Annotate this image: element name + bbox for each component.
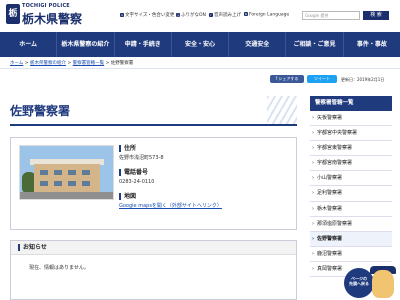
notice-box: お知らせ 現在、情報はありません。 — [10, 240, 297, 300]
divider — [0, 68, 400, 69]
nav-incidents[interactable]: 事件・事故 — [344, 32, 400, 57]
window — [40, 181, 48, 186]
text-size-button[interactable]: A 文字サイズ・色合い変更 — [120, 12, 174, 18]
window — [54, 170, 62, 175]
window — [40, 170, 48, 175]
notice-title: お知らせ — [11, 241, 296, 255]
station-details: 住所 佐野市浅沼町573-8 電話番号 0283-24-0110 地図 Goog… — [119, 145, 289, 217]
breadcrumb-current: 佐野警察署 — [110, 61, 134, 66]
title-decoration — [267, 96, 297, 124]
page-title: 佐野警察署 — [10, 104, 71, 118]
text-size-icon: A — [120, 12, 124, 17]
sidebar-item-utsunomiya-minami[interactable]: 宇都宮南警察署 — [310, 156, 392, 172]
breadcrumb-station-list[interactable]: 警察署管轄一覧 — [73, 61, 105, 66]
nav-about[interactable]: 栃木県警察の紹介 — [57, 32, 115, 57]
speaker-icon: ♪ — [209, 12, 213, 17]
notice-body: 現在、情報はありません。 — [29, 265, 89, 271]
sidebar-item-yaita[interactable]: 矢板警察署 — [310, 111, 392, 127]
logo-subtitle[interactable]: TOCHIGI POLICE — [22, 3, 70, 9]
sidebar-item-oyama[interactable]: 小山警察署 — [310, 171, 392, 187]
breadcrumb-separator: > — [66, 61, 73, 66]
site-header: 栃 TOCHIGI POLICE 栃木県警察 A 文字サイズ・色合い変更 ふふりが… — [0, 0, 400, 32]
station-info-card: 住所 佐野市浅沼町573-8 電話番号 0283-24-0110 地図 Goog… — [10, 137, 297, 230]
site-logo[interactable]: 栃木県警察 — [22, 10, 82, 27]
address-value: 佐野市浅沼町573-8 — [119, 155, 164, 161]
window — [54, 181, 62, 186]
breadcrumb-home[interactable]: ホーム — [10, 61, 23, 66]
window — [68, 181, 76, 186]
furigana-button[interactable]: ふふりがなON — [176, 12, 206, 18]
sidebar-item-utsunomiya-higashi[interactable]: 宇都宮東警察署 — [310, 141, 392, 157]
sidebar-item-nasushiobara[interactable]: 那須塩原警察署 — [310, 216, 392, 232]
sidebar-item-tochigi[interactable]: 栃木警察署 — [310, 201, 392, 217]
nav-traffic[interactable]: 交通安全 — [229, 32, 287, 57]
window — [82, 170, 90, 175]
building-shape — [34, 164, 100, 194]
window — [82, 181, 90, 186]
sidebar-item-ashikaga[interactable]: 足利警察署 — [310, 186, 392, 202]
sidebar-item-kanuma[interactable]: 鹿沼警察署 — [310, 246, 392, 262]
updated-date: 更新日：2019年2月1日 — [341, 77, 385, 82]
mascot-icon — [372, 270, 394, 298]
sidebar-item-sano[interactable]: 佐野警察署 — [310, 231, 392, 247]
page-title-block: 佐野警察署 — [10, 96, 297, 126]
phone-value: 0283-24-0110 — [119, 179, 155, 185]
ground — [20, 192, 113, 199]
station-photo — [19, 145, 114, 200]
nav-consultation[interactable]: ご相談・ご意見 — [286, 32, 344, 57]
address-label: 住所 — [119, 145, 289, 152]
facebook-share-button[interactable]: f シェアする — [270, 75, 304, 83]
globe-icon: ⊕ — [244, 12, 248, 16]
search-input[interactable]: Google 提供 — [302, 11, 360, 20]
furigana-icon: ふ — [176, 12, 180, 17]
nav-applications[interactable]: 申請・手続き — [115, 32, 172, 57]
twitter-share-button[interactable]: ツイート — [307, 75, 337, 83]
breadcrumb-separator: > — [104, 61, 111, 66]
breadcrumb-about[interactable]: 栃木県警察の紹介 — [30, 61, 66, 66]
phone-label: 電話番号 — [119, 169, 289, 176]
sidebar-item-utsunomiya-chuo[interactable]: 宇都宮中央警察署 — [310, 126, 392, 142]
foreign-language-button[interactable]: ⊕ Foreign Language — [244, 12, 289, 18]
window — [68, 170, 76, 175]
station-sidebar: 警察署管轄一覧 矢板警察署 宇都宮中央警察署 宇都宮東警察署 宇都宮南警察署 小… — [310, 96, 392, 278]
search-button[interactable]: 検 索 — [363, 11, 389, 20]
sidebar-title: 警察署管轄一覧 — [310, 96, 392, 111]
global-nav: ホーム 栃木県警察の紹介 申請・手続き 安全・安心 交通安全 ご相談・ご意見 事… — [0, 32, 400, 57]
map-label: 地図 — [119, 193, 289, 200]
google-maps-link[interactable]: Google mapsを開く（外部サイトへリンク） — [119, 203, 222, 209]
nav-home[interactable]: ホーム — [0, 32, 58, 57]
speech-button[interactable]: ♪ 音声読み上げ — [209, 12, 241, 18]
breadcrumb: ホーム > 栃木県警察の紹介 > 警察署管轄一覧 > 佐野警察署 — [10, 60, 133, 66]
police-emblem-icon[interactable]: 栃 — [6, 4, 20, 24]
nav-safety[interactable]: 安全・安心 — [172, 32, 230, 57]
